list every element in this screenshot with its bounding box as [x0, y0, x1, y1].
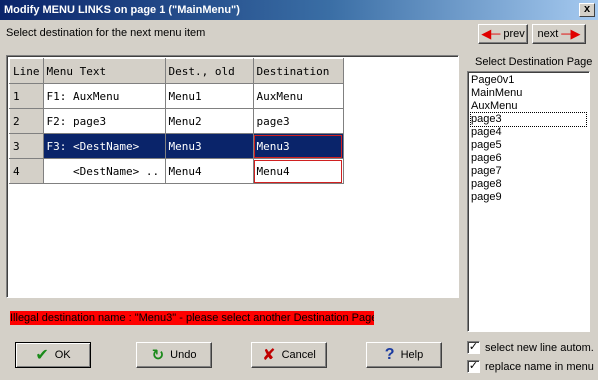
column-header-dest-old: Dest., old: [164, 58, 254, 84]
destination-list[interactable]: Page0v1 MainMenu AuxMenu page3 page4 pag…: [467, 71, 590, 332]
window-title: Modify MENU LINKS on page 1 ("MainMenu"): [4, 4, 240, 16]
dest-old-cell[interactable]: Menu4: [165, 158, 254, 184]
auto-select-label: select new line autom.: [485, 341, 594, 354]
menu-links-grid-panel: Line Menu Text Dest., old Destination 1 …: [6, 55, 459, 298]
destination-item[interactable]: page4: [471, 126, 586, 139]
dest-old-cell[interactable]: Menu1: [165, 83, 254, 109]
destination-item[interactable]: page5: [471, 139, 586, 152]
dialog-window: Modify MENU LINKS on page 1 ("MainMenu")…: [0, 0, 598, 380]
help-button-label: Help: [400, 349, 424, 361]
column-header-destination: Destination: [252, 58, 344, 84]
line-number-cell: 4: [9, 158, 44, 184]
grid-row[interactable]: 1 F1: AuxMenu Menu1 AuxMenu: [9, 83, 344, 109]
next-button-label: next: [537, 28, 559, 40]
auto-select-checkbox[interactable]: ✓: [467, 341, 480, 354]
menu-text-cell[interactable]: F2: page3: [43, 108, 166, 134]
grid-row-selected[interactable]: 3 F3: <DestName> Menu3 Menu3: [9, 133, 344, 159]
destination-cell-invalid[interactable]: Menu3: [253, 133, 344, 159]
line-number-cell: 2: [9, 108, 44, 134]
menu-text-cell[interactable]: F1: AuxMenu: [43, 83, 166, 109]
destination-item[interactable]: page6: [471, 152, 586, 165]
destination-item[interactable]: page9: [471, 191, 586, 204]
question-mark-icon: ?: [384, 346, 395, 363]
destination-item[interactable]: Page0v1: [471, 74, 586, 87]
prev-button[interactable]: ◀─ prev: [478, 24, 528, 44]
column-header-line: Line: [9, 58, 44, 84]
title-bar: Modify MENU LINKS on page 1 ("MainMenu")…: [0, 0, 598, 20]
destination-item[interactable]: MainMenu: [471, 87, 586, 100]
menu-text-cell[interactable]: F3: <DestName>: [43, 133, 166, 159]
help-button[interactable]: ? Help: [366, 342, 442, 368]
instruction-text: Select destination for the next menu ite…: [6, 27, 206, 39]
destination-list-label: Select Destination Page: [475, 56, 593, 68]
auto-select-option[interactable]: ✓ select new line autom.: [467, 341, 594, 354]
undo-button-label: Undo: [170, 349, 197, 361]
left-arrow-icon: ◀─: [481, 26, 501, 41]
menu-text-cell[interactable]: <DestName> ..: [43, 158, 166, 184]
dest-old-cell[interactable]: Menu3: [165, 133, 254, 159]
dest-old-cell[interactable]: Menu2: [165, 108, 254, 134]
column-header-menu-text: Menu Text: [42, 58, 166, 84]
close-button[interactable]: x: [579, 3, 595, 17]
replace-name-option[interactable]: ✓ replace name in menu: [467, 360, 594, 373]
error-message: Illegal destination name : "Menu3" - ple…: [10, 311, 374, 325]
destination-cell[interactable]: AuxMenu: [253, 83, 344, 109]
undo-icon: ↻: [151, 347, 165, 364]
grid-row[interactable]: 4 <DestName> .. Menu4 Menu4: [9, 158, 344, 184]
prev-button-label: prev: [503, 28, 525, 40]
line-number-cell: 3: [9, 133, 44, 159]
destination-item[interactable]: page8: [471, 178, 586, 191]
checkmark-icon: ✔: [35, 347, 49, 364]
ok-button-label: OK: [54, 349, 71, 361]
ok-button[interactable]: ✔ OK: [15, 342, 91, 368]
destination-cell[interactable]: page3: [253, 108, 344, 134]
undo-button[interactable]: ↻ Undo: [136, 342, 212, 368]
cancel-button[interactable]: ✘ Cancel: [251, 342, 327, 368]
next-button[interactable]: next ─▶: [532, 24, 586, 44]
replace-name-checkbox[interactable]: ✓: [467, 360, 480, 373]
grid-row[interactable]: 2 F2: page3 Menu2 page3: [9, 108, 344, 134]
line-number-cell: 1: [9, 83, 44, 109]
cancel-x-icon: ✘: [262, 347, 276, 364]
menu-links-grid: Line Menu Text Dest., old Destination 1 …: [9, 58, 344, 184]
grid-header-row: Line Menu Text Dest., old Destination: [9, 58, 344, 84]
destination-item-focused[interactable]: page3: [470, 112, 587, 127]
replace-name-label: replace name in menu: [485, 360, 594, 373]
destination-cell-invalid[interactable]: Menu4: [253, 158, 344, 184]
destination-item[interactable]: AuxMenu: [471, 100, 586, 113]
cancel-button-label: Cancel: [281, 349, 316, 361]
right-arrow-icon: ─▶: [561, 26, 581, 41]
destination-item[interactable]: page7: [471, 165, 586, 178]
